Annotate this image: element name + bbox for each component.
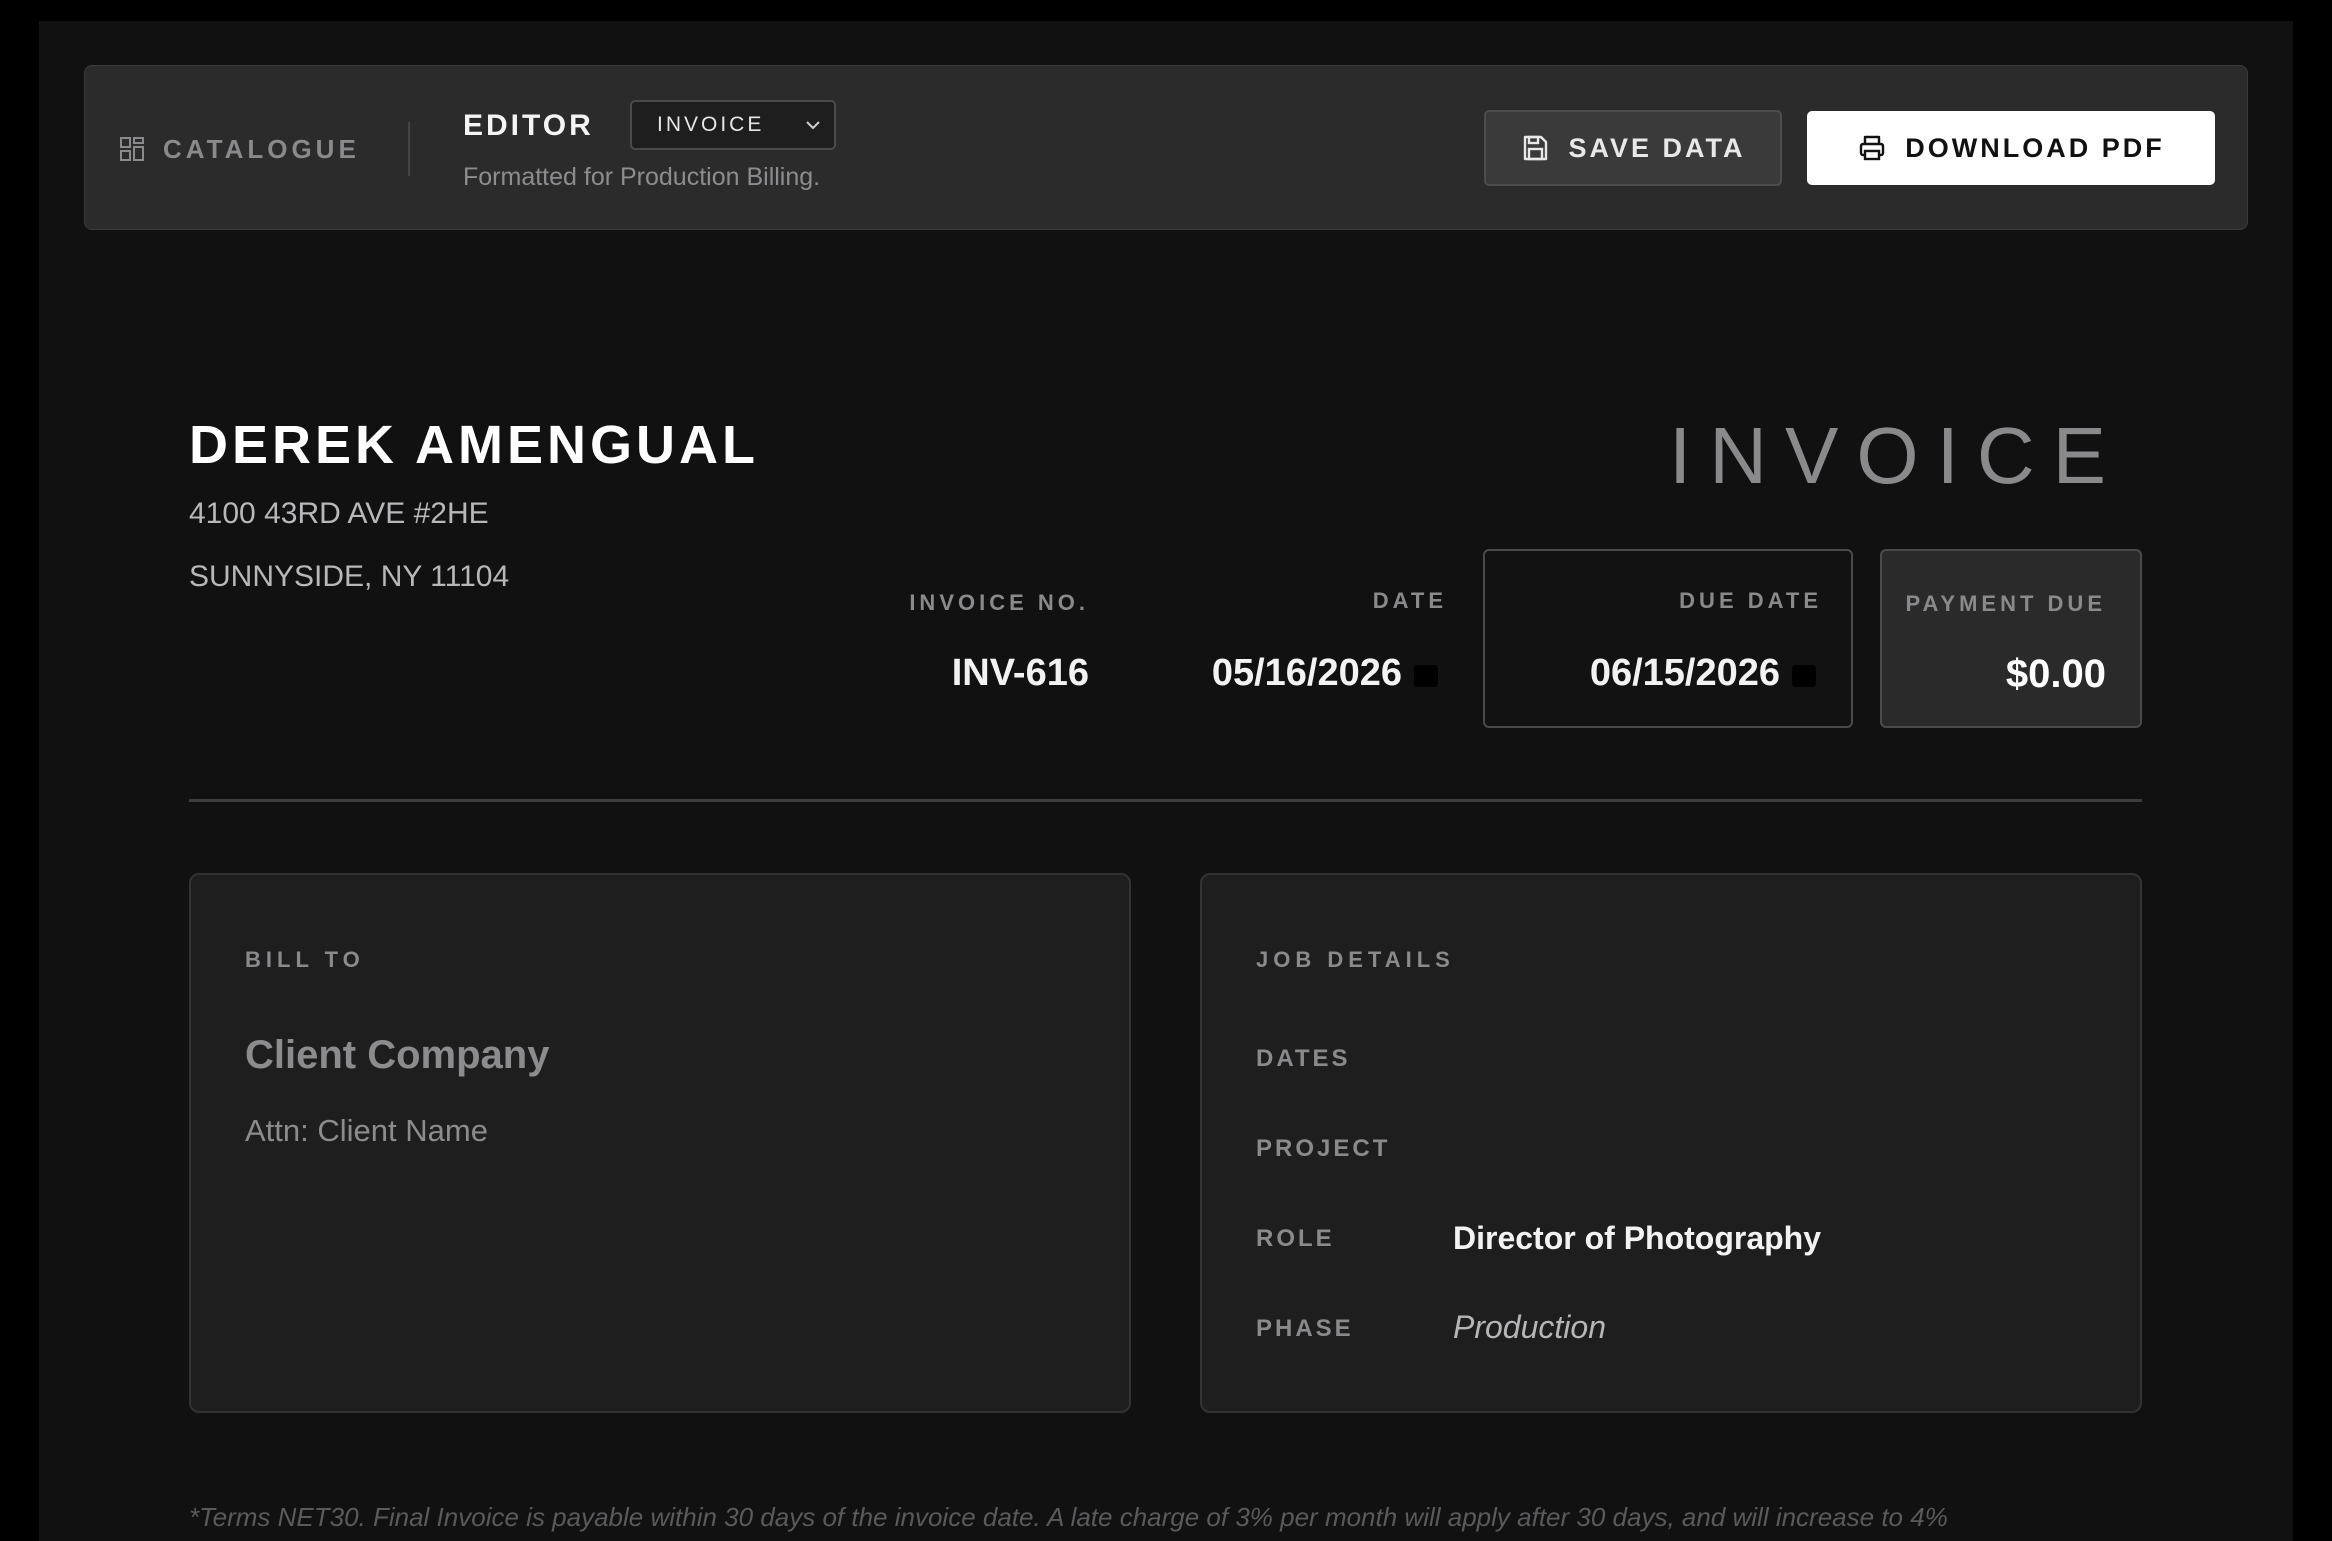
download-pdf-button[interactable]: DOWNLOAD PDF [1807,111,2215,185]
client-company-field[interactable]: Client Company [245,1033,549,1078]
grid-icon [120,137,144,161]
payment-due-value: $0.00 [2005,652,2106,696]
sender-address-line1[interactable]: 4100 43RD AVE #2HE [189,497,489,531]
catalogue-link[interactable]: CATALOGUE [119,132,360,166]
editor-label: EDITOR [463,109,594,142]
terms-text: *Terms NET30. Final Invoice is payable w… [189,1502,1948,1532]
chevron-down-icon [806,121,820,130]
editor-subtitle: Formatted for Production Billing. [463,163,821,191]
download-pdf-label: DOWNLOAD PDF [1905,132,2165,163]
job-details-card: JOB DETAILS DATES PROJECT ROLE Director … [1200,873,2142,1413]
sender-name[interactable]: DEREK AMENGUAL [189,414,759,476]
document-type-select[interactable]: INVOICE [630,100,836,150]
dates-label: DATES [1256,1045,1351,1072]
due-date-label: DUE DATE [1679,588,1822,613]
editor-toolbar: CATALOGUE EDITOR INVOICE Formatted for P… [84,65,2248,230]
phase-label: PHASE [1256,1315,1354,1342]
document-title: INVOICE [1669,411,2124,500]
due-date-input[interactable]: 06/15/2026 [1590,652,1780,695]
client-attn-field[interactable]: Attn: Client Name [245,1113,488,1149]
payment-due-box [1880,549,2142,728]
role-label: ROLE [1256,1225,1335,1252]
catalogue-label: CATALOGUE [163,133,360,164]
bill-to-heading: BILL TO [245,947,365,972]
due-date-box [1483,549,1853,728]
printer-icon [1860,135,1885,161]
header-divider [189,799,2142,802]
date-label: DATE [1372,588,1447,613]
save-data-button[interactable]: SAVE DATA [1484,110,1782,186]
bill-to-card: BILL TO Client Company Attn: Client Name [189,873,1131,1413]
phase-field[interactable]: Production [1453,1309,1606,1346]
project-label: PROJECT [1256,1135,1391,1162]
job-details-heading: JOB DETAILS [1256,947,1455,972]
payment-due-label: PAYMENT DUE [1905,591,2106,616]
invoice-number-value[interactable]: INV-616 [952,652,1089,695]
calendar-icon[interactable] [1413,662,1439,688]
calendar-icon[interactable] [1791,662,1817,688]
toolbar-divider [408,122,410,176]
save-icon [1524,135,1548,161]
sender-address-line2[interactable]: SUNNYSIDE, NY 11104 [189,560,509,594]
save-data-label: SAVE DATA [1568,132,1746,163]
document-type-value: INVOICE [657,113,765,136]
role-field[interactable]: Director of Photography [1453,1220,1821,1257]
invoice-number-label: INVOICE NO. [909,590,1089,615]
date-input[interactable]: 05/16/2026 [1212,652,1402,695]
